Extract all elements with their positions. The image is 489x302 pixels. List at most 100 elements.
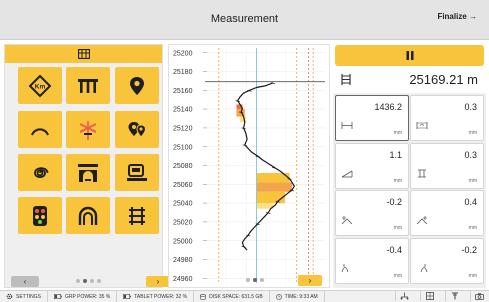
location-pin-tile[interactable] xyxy=(115,67,159,104)
measurement-value: 0.3 xyxy=(464,102,477,112)
level-crossing-icon xyxy=(77,119,99,141)
grid-table-icon xyxy=(77,49,90,59)
tunnel-tile[interactable] xyxy=(66,197,110,234)
disk-space-status: DISK SPACE: 631.5 GB xyxy=(194,291,270,302)
level-crossing-tile[interactable] xyxy=(66,111,110,148)
spiral-icon xyxy=(30,163,50,183)
multiple-pins-icon xyxy=(126,120,148,140)
y-tick-label: 25040 xyxy=(173,201,193,208)
exceedance-band xyxy=(256,203,274,209)
tablet-power-text: TABLET POWER: 32 % xyxy=(134,293,188,300)
signal-tile[interactable] xyxy=(18,197,62,234)
track-position-readout: 25169.21 m xyxy=(335,69,484,90)
grp-power-text: GRP POWER: 35 % xyxy=(65,293,111,300)
svg-text:Km: Km xyxy=(35,83,46,90)
measurement-unit: mm xyxy=(468,225,477,231)
measurement-unit: mm xyxy=(393,273,402,279)
pause-icon xyxy=(406,51,413,60)
multiple-pins-tile[interactable] xyxy=(115,111,159,148)
alignment-right-card[interactable]: 0.4 mm xyxy=(410,190,484,236)
chart-next-page-button[interactable]: › xyxy=(298,275,322,286)
level-right-icon xyxy=(416,260,428,278)
finalize-button[interactable]: Finalize → xyxy=(437,12,477,21)
page-dot xyxy=(90,279,94,283)
settings-label: SETTINGS xyxy=(16,293,42,300)
markers-next-page-button[interactable]: › xyxy=(146,276,170,287)
measurement-value: 1436.2 xyxy=(374,102,402,112)
platform-tile[interactable] xyxy=(115,154,159,191)
measurement-value: 0.3 xyxy=(464,150,477,160)
bridge-icon xyxy=(77,77,99,95)
sensor-grid-icon xyxy=(425,292,434,300)
y-tick-label: 25120 xyxy=(173,126,193,133)
grp-power-status: GRP POWER: 35 % xyxy=(48,291,118,302)
km-diamond-icon: Km xyxy=(29,74,51,97)
alignment-left-card[interactable]: -0.2 mm xyxy=(335,190,409,236)
curve-arc-icon xyxy=(30,123,50,137)
cant-card[interactable]: 1.1 mm xyxy=(335,143,409,189)
level-right-card[interactable]: -0.2 mm xyxy=(410,238,484,284)
platform-icon xyxy=(126,163,148,183)
page-title: Measurement xyxy=(210,13,279,25)
measurement-value: -0.4 xyxy=(386,245,402,255)
markers-prev-page-button[interactable]: ‹ xyxy=(11,276,39,287)
antenna-icon xyxy=(451,292,458,300)
level-left-icon xyxy=(341,260,353,278)
disk-space-text: DISK SPACE: 631.5 GB xyxy=(209,293,263,300)
sensors-status-button[interactable] xyxy=(420,291,438,301)
curve-tile[interactable] xyxy=(18,111,62,148)
measurement-value: 1.1 xyxy=(389,150,402,160)
camera-status-button[interactable] xyxy=(470,291,488,301)
gauge-deviation-icon xyxy=(416,117,428,135)
status-bar: SETTINGS GRP POWER: 35 % TABLET POWER: 3… xyxy=(0,290,489,302)
exceedance-band xyxy=(256,182,292,192)
measurement-value: 0.4 xyxy=(464,197,477,207)
measurement-value: -0.2 xyxy=(386,197,402,207)
spiral-tile[interactable] xyxy=(18,154,62,191)
battery-icon xyxy=(123,294,132,299)
y-tick-label: 25180 xyxy=(173,69,193,76)
y-tick-label: 25060 xyxy=(173,182,193,189)
time-status: TIME: 9:33 AM xyxy=(270,291,325,302)
tunnel-portal-tile[interactable] xyxy=(66,154,110,191)
marker-table-button[interactable] xyxy=(5,45,162,63)
page-dot xyxy=(246,278,250,282)
gauge-card[interactable]: 1436.2 mm xyxy=(335,95,409,141)
bridge-tile[interactable] xyxy=(66,67,110,104)
trolley-status-button[interactable] xyxy=(395,291,413,301)
page-dot xyxy=(97,279,101,283)
battery-icon xyxy=(54,294,62,299)
track-profile-chart[interactable]: 25200 25180 25160 25140 25120 25100 25080 25060… xyxy=(168,44,330,288)
measurement-unit: mm xyxy=(393,130,402,136)
trace-point xyxy=(272,167,277,169)
measurement-unit: mm xyxy=(393,225,402,231)
trace-point xyxy=(241,246,246,248)
page-dot xyxy=(260,278,264,282)
signal-icon xyxy=(32,205,48,227)
pause-button[interactable] xyxy=(335,45,484,66)
settings-button[interactable]: SETTINGS xyxy=(0,291,49,302)
twist-icon xyxy=(416,165,428,183)
y-tick-label: 25200 xyxy=(173,50,193,57)
twist-card[interactable]: 0.3 mm xyxy=(410,143,484,189)
page-dot xyxy=(253,278,257,282)
measurement-value: -0.2 xyxy=(461,245,477,255)
tablet-power-status: TABLET POWER: 32 % xyxy=(117,291,195,302)
markers-page-indicator xyxy=(76,279,101,283)
measurement-unit: mm xyxy=(468,178,477,184)
y-tick-label: 25020 xyxy=(173,220,193,227)
gps-status-button[interactable] xyxy=(445,291,463,301)
track-position-value: 25169.21 m xyxy=(409,72,478,87)
camera-icon xyxy=(475,292,484,300)
gauge-deviation-card[interactable]: 0.3 mm xyxy=(410,95,484,141)
page-dot xyxy=(83,279,87,283)
km-marker-tile[interactable]: Km xyxy=(18,67,62,104)
measurement-unit: mm xyxy=(468,273,477,279)
location-pin-icon xyxy=(129,76,145,96)
tunnel-arch-icon xyxy=(78,206,98,226)
trace-point xyxy=(235,100,240,102)
y-tick-label: 25160 xyxy=(173,88,193,95)
y-tick-label: 25000 xyxy=(173,238,193,245)
level-left-card[interactable]: -0.4 mm xyxy=(335,238,409,284)
track-tile[interactable] xyxy=(115,197,159,234)
